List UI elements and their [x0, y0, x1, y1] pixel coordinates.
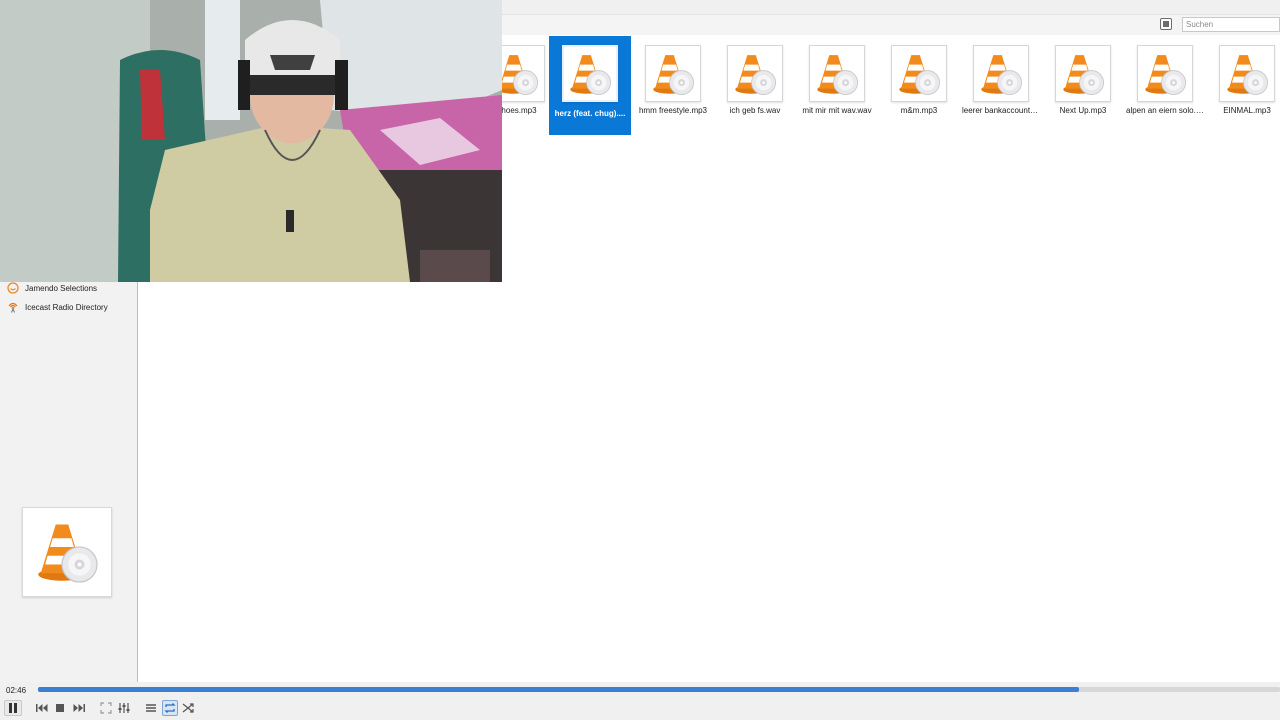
playlist-icon	[146, 704, 156, 712]
elapsed-time: 02:46	[6, 686, 27, 695]
seek-progress	[38, 687, 1079, 692]
media-tile[interactable]: herz (feat. chug)....	[549, 36, 631, 135]
vlc-cone-icon	[566, 50, 614, 98]
sidebar-item-icecast[interactable]: Icecast Radio Directory	[7, 299, 108, 315]
vlc-cone-icon	[1141, 50, 1189, 98]
media-tile-label: EINMAL.mp3	[1223, 106, 1271, 115]
view-mode-icon[interactable]	[1160, 18, 1172, 30]
previous-icon	[36, 704, 48, 712]
stop-button[interactable]	[52, 700, 68, 716]
album-art[interactable]	[22, 507, 112, 597]
fullscreen-icon	[100, 702, 112, 714]
next-button[interactable]	[71, 700, 87, 716]
media-tile[interactable]: Next Up.mp3	[1042, 36, 1124, 135]
loop-button[interactable]	[162, 700, 178, 716]
media-tile[interactable]: alpen an eiern solo.mp3	[1124, 36, 1206, 135]
pause-button[interactable]	[4, 700, 22, 716]
sidebar-item-label: Jamendo Selections	[25, 283, 98, 293]
stop-icon	[56, 704, 64, 712]
media-tile-label: Next Up.mp3	[1059, 106, 1107, 115]
media-tile-label: leerer bankaccount fu...	[962, 106, 1042, 115]
media-thumbnail	[891, 45, 947, 102]
media-tile[interactable]: EINMAL.mp3	[1206, 36, 1280, 135]
media-thumbnail	[809, 45, 865, 102]
media-thumbnail	[1219, 45, 1275, 102]
shuffle-icon	[182, 703, 194, 713]
vlc-cone-icon	[649, 50, 697, 98]
media-tile-label: mit mir mit wav.wav	[802, 106, 872, 115]
media-tile[interactable]: mit mir mit wav.wav	[796, 36, 878, 135]
media-thumbnail	[1137, 45, 1193, 102]
next-icon	[73, 704, 85, 712]
vlc-cone-icon	[1223, 50, 1271, 98]
extended-settings-button[interactable]	[116, 700, 132, 716]
media-thumbnail	[1055, 45, 1111, 102]
vlc-cone-icon	[731, 50, 779, 98]
player-controls: 02:46	[0, 682, 1280, 720]
pause-icon	[9, 703, 17, 713]
icecast-icon	[8, 302, 18, 313]
media-tile[interactable]: leerer bankaccount fu...	[960, 36, 1042, 135]
vlc-cone-icon	[895, 50, 943, 98]
media-tile-label: alpen an eiern solo.mp3	[1126, 106, 1206, 115]
fullscreen-button[interactable]	[98, 700, 114, 716]
sidebar-item-jamendo[interactable]: Jamendo Selections	[7, 280, 97, 296]
media-thumbnail	[973, 45, 1029, 102]
vlc-cone-icon	[977, 50, 1025, 98]
vlc-cone-icon	[32, 517, 102, 587]
media-tile-label: m&m.mp3	[900, 106, 938, 115]
seek-slider[interactable]	[38, 687, 1280, 692]
sidebar-item-label: Icecast Radio Directory	[25, 302, 108, 312]
playlist-button[interactable]	[143, 700, 159, 716]
previous-button[interactable]	[34, 700, 50, 716]
loop-icon	[164, 703, 176, 713]
media-tile-label: ich geb fs.wav	[729, 106, 781, 115]
media-thumbnail	[645, 45, 701, 102]
media-tile-label: hmm freestyle.mp3	[638, 106, 708, 115]
vlc-cone-icon	[813, 50, 861, 98]
equalizer-icon	[118, 703, 130, 713]
media-thumbnail	[562, 45, 618, 102]
media-tile[interactable]: ich geb fs.wav	[714, 36, 796, 135]
media-tile[interactable]: m&m.mp3	[878, 36, 960, 135]
shuffle-button[interactable]	[180, 700, 196, 716]
search-input[interactable]	[1182, 17, 1280, 32]
jamendo-icon	[7, 282, 19, 294]
webcam-overlay	[0, 0, 502, 282]
media-tile[interactable]: hmm freestyle.mp3	[632, 36, 714, 135]
media-tile-label: herz (feat. chug)....	[554, 109, 626, 118]
vlc-cone-icon	[1059, 50, 1107, 98]
media-thumbnail	[727, 45, 783, 102]
